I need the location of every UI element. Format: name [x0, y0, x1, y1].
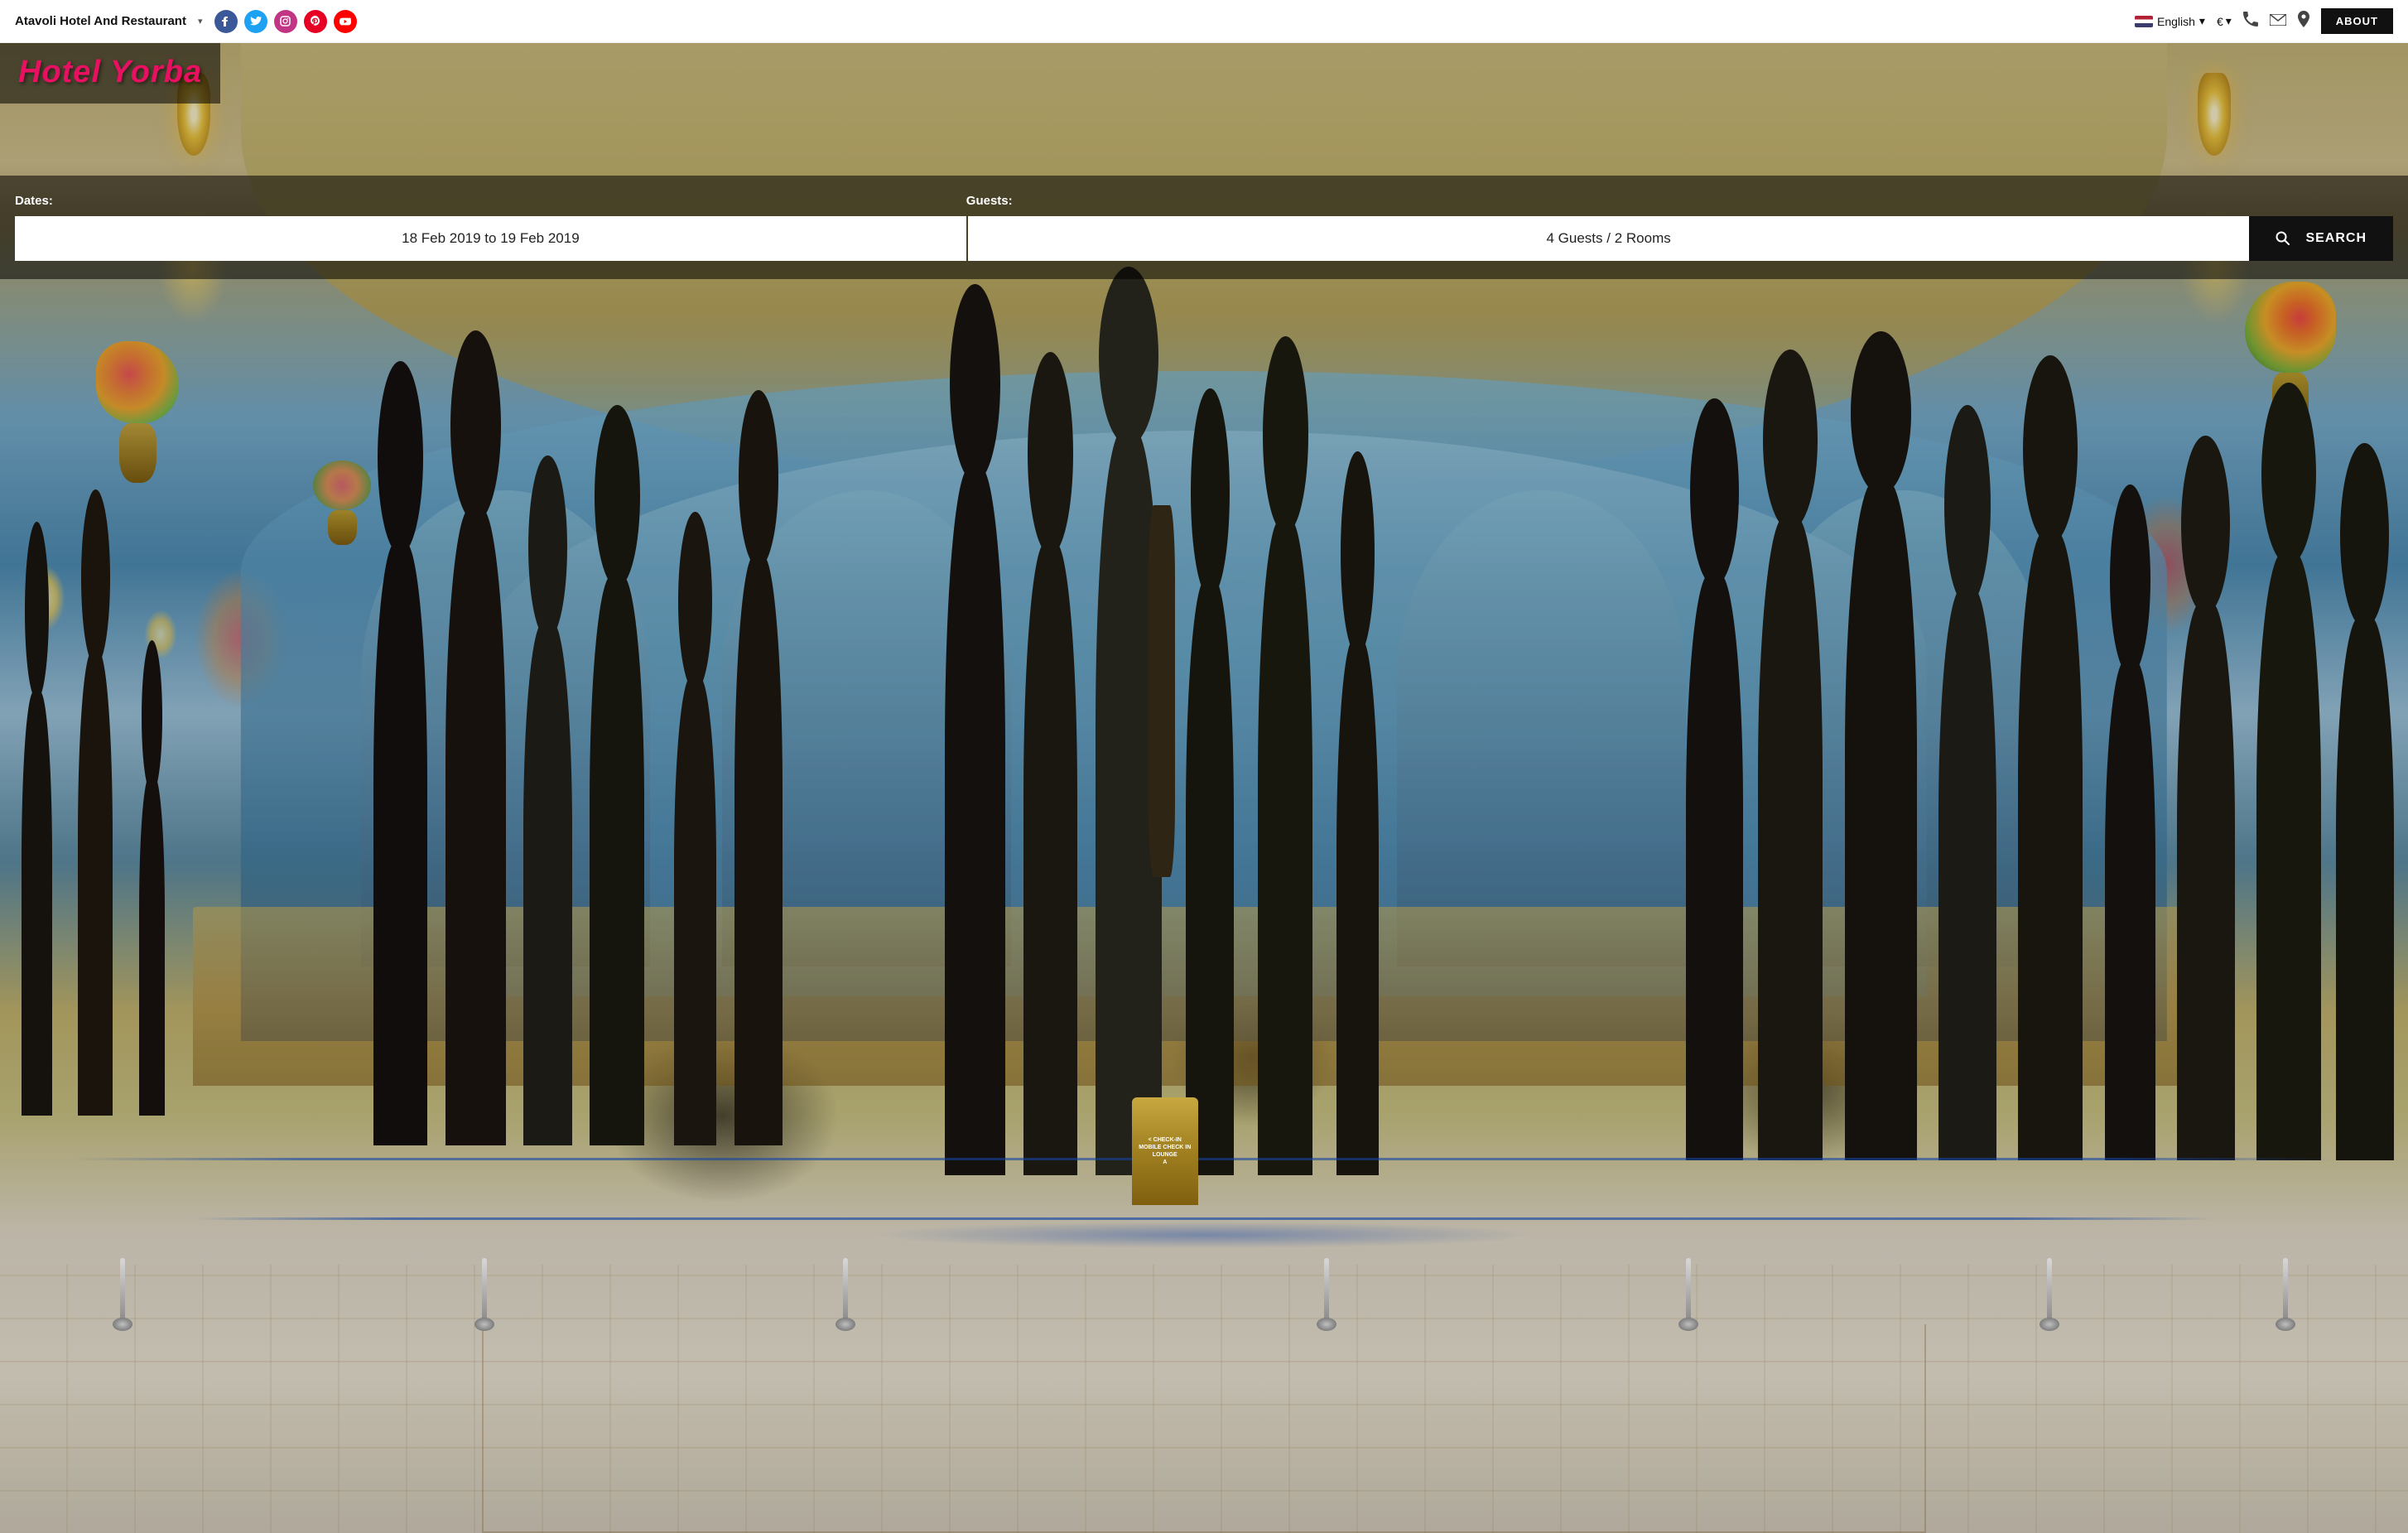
brand-dropdown-icon[interactable]: ▾: [198, 16, 203, 27]
hotel-banner: Hotel Yorba: [0, 43, 220, 104]
search-label: SEARCH: [2305, 231, 2367, 246]
search-button[interactable]: SEARCH: [2249, 216, 2393, 261]
search-labels: Dates: Guests:: [15, 194, 2393, 208]
language-dropdown-icon: ▾: [2199, 14, 2205, 28]
flag-icon: [2135, 16, 2153, 27]
navbar-right: English ▾ € ▾ ABOUT: [2135, 8, 2393, 34]
phone-icon[interactable]: [2243, 12, 2258, 31]
brand-name[interactable]: Atavoli Hotel And Restaurant: [15, 14, 186, 28]
email-icon[interactable]: [2270, 12, 2286, 30]
navbar: Atavoli Hotel And Restaurant ▾: [0, 0, 2408, 43]
guests-field[interactable]: 4 Guests / 2 Rooms: [968, 216, 2250, 261]
language-label: English: [2157, 15, 2195, 28]
twitter-icon[interactable]: [244, 10, 267, 33]
social-icons: [214, 10, 357, 33]
pinterest-icon[interactable]: [304, 10, 327, 33]
youtube-icon[interactable]: [334, 10, 357, 33]
instagram-icon[interactable]: [274, 10, 297, 33]
hero-section: < CHECK-INMOBILE CHECK INLOUNGEA Hotel Y…: [0, 0, 2408, 1533]
search-box: Dates: Guests: 18 Feb 2019 to 19 Feb 201…: [0, 176, 2408, 279]
facebook-icon[interactable]: [214, 10, 238, 33]
search-icon: [2276, 231, 2297, 246]
location-icon[interactable]: [2298, 11, 2309, 31]
language-selector[interactable]: English ▾: [2135, 14, 2205, 28]
date-field[interactable]: 18 Feb 2019 to 19 Feb 2019: [15, 216, 966, 261]
search-inner: Dates: Guests: 18 Feb 2019 to 19 Feb 201…: [0, 176, 2408, 279]
currency-dropdown-icon: ▾: [2226, 14, 2232, 28]
currency-selector[interactable]: € ▾: [2217, 14, 2232, 28]
hotel-title: Hotel Yorba: [18, 55, 202, 90]
about-button[interactable]: ABOUT: [2321, 8, 2393, 34]
search-fields: 18 Feb 2019 to 19 Feb 2019 4 Guests / 2 …: [15, 216, 2393, 261]
guests-label: Guests:: [966, 194, 2393, 208]
currency-symbol: €: [2217, 15, 2223, 28]
dates-label: Dates:: [15, 194, 966, 208]
navbar-left: Atavoli Hotel And Restaurant ▾: [15, 10, 357, 33]
